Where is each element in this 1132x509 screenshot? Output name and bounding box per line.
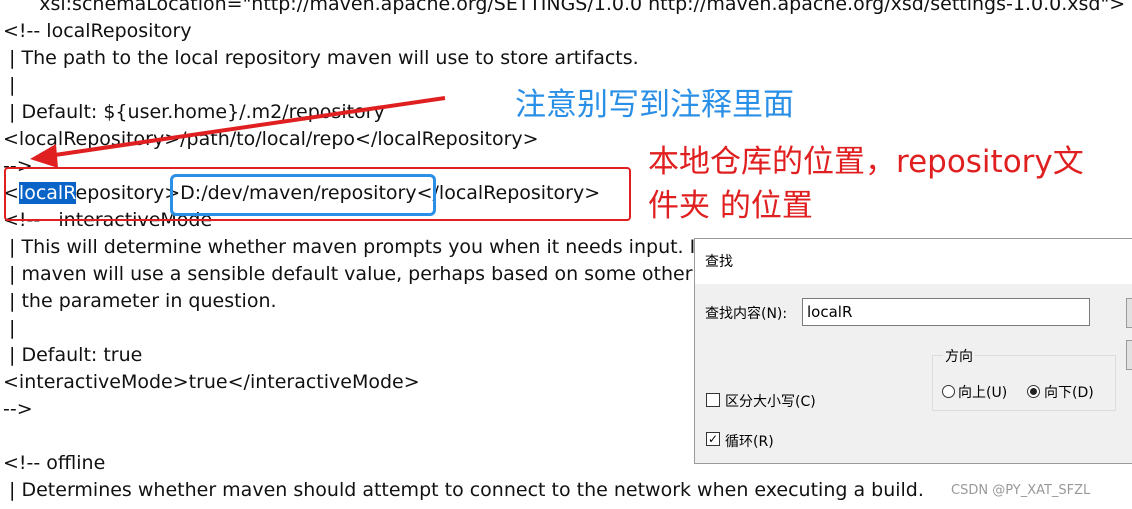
match-case-checkbox[interactable]: [706, 393, 720, 407]
dialog-titlebar[interactable]: 查找: [695, 239, 1132, 284]
direction-label: 方向: [943, 346, 975, 366]
code-line: -->: [3, 398, 33, 420]
find-next-button[interactable]: [1126, 298, 1132, 328]
direction-up-label[interactable]: 向上(U): [958, 382, 1007, 402]
red-note-line2: 件夹 的位置: [648, 188, 813, 224]
direction-up-radio[interactable]: [942, 385, 955, 398]
code-line: <localRepository>/path/to/local/repo</lo…: [3, 128, 539, 150]
direction-down-radio[interactable]: [1027, 385, 1040, 398]
code-line: | Default: ${user.home}/.m2/repository: [3, 101, 385, 123]
find-dialog[interactable]: 查找 查找内容(N): localR 方向 向上(U) 向下(D) 区分大小写(…: [694, 238, 1132, 464]
code-line: | The path to the local repository maven…: [3, 47, 639, 69]
code-line: <!-- offline: [3, 452, 106, 474]
wrap-checkbox[interactable]: ✓: [706, 432, 720, 446]
direction-down-label[interactable]: 向下(D): [1044, 382, 1094, 402]
code-line: <!-- localRepository: [3, 20, 192, 42]
code-line: <interactiveMode>true</interactiveMode>: [3, 371, 420, 393]
code-line: | Determines whether maven should attemp…: [3, 479, 924, 501]
code-line: | Default: true: [3, 344, 143, 366]
blue-annotation-box: [170, 174, 436, 216]
code-line: | maven will use a sensible default valu…: [3, 263, 803, 285]
dialog-title: 查找: [705, 254, 733, 270]
find-label: 查找内容(N):: [705, 306, 788, 322]
red-note-line1: 本地仓库的位置，repository文: [648, 144, 1084, 180]
blue-note: 注意别写到注释里面: [515, 87, 794, 123]
code-line: |: [3, 317, 16, 339]
watermark: CSDN @PY_XAT_SFZL: [951, 483, 1091, 498]
find-input[interactable]: localR: [802, 298, 1090, 326]
code-line: xsi:schemaLocation="http://maven.apache.…: [3, 0, 1126, 15]
cancel-button[interactable]: [1126, 340, 1132, 370]
match-case-label[interactable]: 区分大小写(C): [725, 391, 816, 411]
code-line: |: [3, 74, 16, 96]
code-line: | the parameter in question.: [3, 290, 277, 312]
wrap-label[interactable]: 循环(R): [725, 431, 774, 451]
